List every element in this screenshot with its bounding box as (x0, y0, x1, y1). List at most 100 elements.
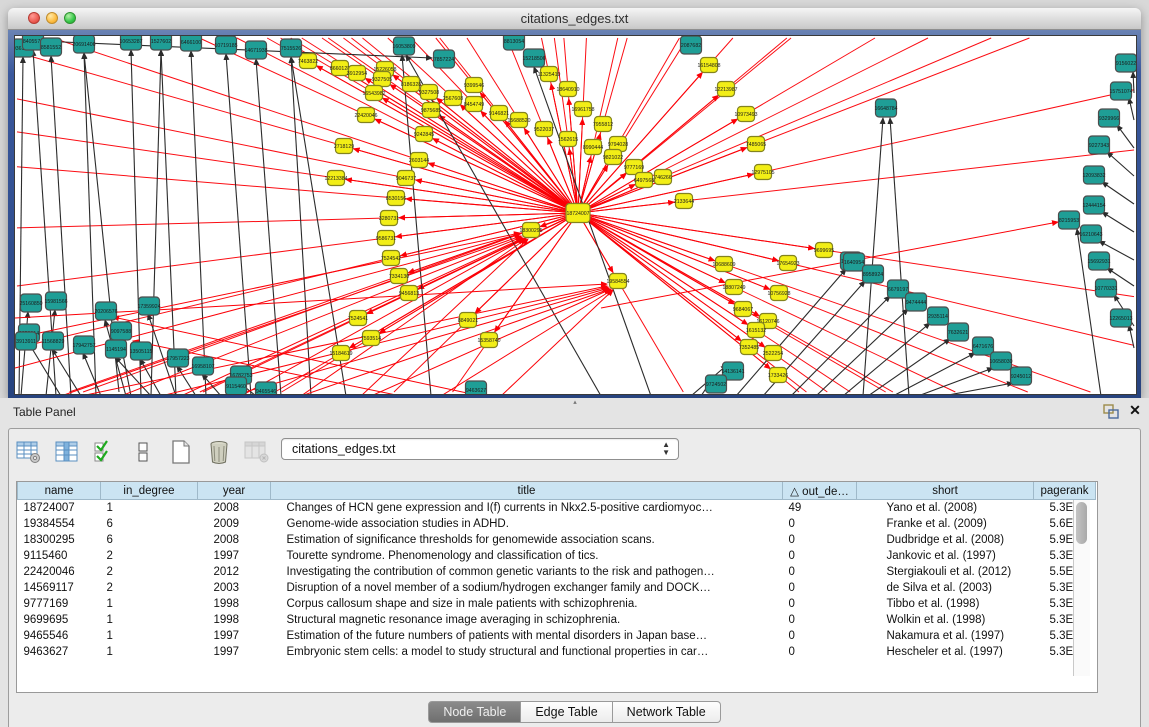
graph-node-label: 12975105 (751, 170, 774, 176)
graph-node-label: 9684067 (733, 307, 753, 313)
graph-node-label: 12444154 (1082, 203, 1105, 209)
table-cell: 9465546 (18, 628, 101, 644)
graph-node-label: 15218506 (522, 56, 545, 62)
table-row[interactable]: 977716911998Corpus callosum shape and si… (18, 596, 1096, 612)
scrollbar-thumb[interactable] (1076, 502, 1087, 544)
table-panel: ▴ Table Panel ✕ (0, 398, 1149, 727)
table-cell: 6 (101, 532, 198, 548)
graph-node-label: 1733426 (768, 373, 788, 379)
table-row[interactable]: 911546021997Tourette syndrome. Phenomeno… (18, 548, 1096, 564)
column-header-out_de[interactable]: △ out_de… (783, 482, 857, 500)
column-header-pagerank[interactable]: pagerank (1034, 482, 1096, 500)
table-row[interactable]: 1938455462009Genome-wide association stu… (18, 516, 1096, 532)
table-row[interactable]: 2242004622012Investigating the contribut… (18, 564, 1096, 580)
column-header-name[interactable]: name (18, 482, 101, 500)
graph-node-label: 8215953 (1059, 218, 1079, 224)
table-cell: 2 (101, 548, 198, 564)
table-row[interactable]: 946554611997Estimation of the future num… (18, 628, 1096, 644)
graph-node-label: 9146821 (489, 111, 509, 117)
table-cell: Estimation of significance thresholds fo… (271, 532, 783, 548)
graph-node-label: 16648784 (874, 106, 897, 112)
graph-node-label: 9821022 (603, 155, 623, 161)
network-canvas[interactable]: 7463822866012839129541522605893275058186… (14, 35, 1137, 395)
delete-table-button[interactable] (205, 438, 233, 466)
table-cell: 22420046 (18, 564, 101, 580)
graph-node-label: 7524542 (381, 256, 401, 262)
red-edge-arrow (578, 119, 737, 213)
graph-node-label: 12093832 (1082, 173, 1105, 179)
table-cell: 2009 (198, 516, 271, 532)
table-row[interactable]: 1830029562008Estimation of significance … (18, 532, 1096, 548)
column-header-short[interactable]: short (857, 482, 1034, 500)
table-row[interactable]: 1456911722003Disruption of a novel membe… (18, 580, 1096, 596)
black-edge (1117, 125, 1134, 148)
table-row[interactable]: 946362711997Embryonic stem cells: a mode… (18, 644, 1096, 660)
black-edge (151, 50, 161, 394)
import-table-button-disabled[interactable] (243, 438, 271, 466)
red-edge-arrow (481, 111, 578, 213)
table-cell: 2008 (198, 532, 271, 548)
show-columns-button[interactable] (53, 438, 81, 466)
graph-node-label: 9699695 (814, 248, 834, 254)
graph-node-label: 7485065 (746, 142, 766, 148)
graph-node-label: 9399546 (464, 83, 484, 89)
graph-node-label: 6679197 (888, 287, 908, 293)
table-cell: Yano et al. (2008) (857, 500, 1034, 517)
table-panel-title: Table Panel (13, 405, 76, 419)
graph-node-label: 3913911 (16, 339, 36, 345)
table-row[interactable]: 1872400712008Changes of HCN gene express… (18, 500, 1096, 517)
table-cell: 2003 (198, 580, 271, 596)
tab-node-table[interactable]: Node Table (428, 701, 521, 723)
close-panel-icon[interactable]: ✕ (1128, 403, 1142, 418)
graph-node-label: 10688609 (712, 262, 735, 268)
graph-node-label: 2133644 (674, 199, 694, 205)
select-all-button[interactable] (91, 438, 119, 466)
window-titlebar[interactable]: citations_edges.txt (8, 8, 1141, 30)
table-cell: 2 (101, 580, 198, 596)
graph-node-label: 9227343 (1089, 143, 1109, 149)
dropdown-arrows-icon: ▲▼ (662, 441, 670, 457)
table-settings-button[interactable] (15, 438, 43, 466)
table-cell: 9777169 (18, 596, 101, 612)
graph-node-label: 14136141 (721, 369, 744, 375)
table-cell: de Silva et al. (2003) (857, 580, 1034, 596)
graph-node-label: 9463627 (466, 388, 486, 394)
table-cell: 1 (101, 628, 198, 644)
table-cell: Changes of HCN gene expression and I(f) … (271, 500, 783, 517)
splitter-handle-icon[interactable]: ▴ (570, 400, 580, 405)
black-edge (140, 359, 161, 394)
graph-node-label: 10756928 (767, 291, 790, 297)
graph-node-label: 6466100 (181, 40, 201, 46)
table-cell: 18724007 (18, 500, 101, 517)
tab-network-table[interactable]: Network Table (613, 701, 721, 723)
graph-node-label: 9456813 (399, 291, 419, 297)
tab-edge-table[interactable]: Edge Table (521, 701, 612, 723)
table-cell: Structural magnetic resonance image aver… (271, 612, 783, 628)
table-gear-icon (16, 440, 42, 464)
column-header-in_degree[interactable]: in_degree (101, 482, 198, 500)
red-edge-arrow (551, 84, 578, 213)
graph-node-label: 16154808 (697, 63, 720, 69)
graph-node-label: 15751074 (1109, 89, 1132, 95)
column-header-title[interactable]: title (271, 482, 783, 500)
row-options-button[interactable] (129, 438, 157, 466)
new-table-button[interactable] (167, 438, 195, 466)
graph-node-label: 12213987 (714, 87, 737, 93)
table-cell: Stergiakouli et al. (2012) (857, 564, 1034, 580)
graph-node-label: 17359924 (137, 304, 160, 310)
table-cell: Tibbo et al. (1998) (857, 596, 1034, 612)
table-row[interactable]: 969969511998Structural magnetic resonanc… (18, 612, 1096, 628)
vertical-scrollbar[interactable] (1073, 500, 1090, 676)
table-cell: 0 (783, 644, 857, 660)
graph-node-label: 15184619 (329, 351, 352, 357)
red-edge (441, 290, 612, 394)
black-edge (1107, 152, 1134, 176)
table-selector-dropdown[interactable]: citations_edges.txt ▲▼ (281, 438, 679, 460)
graph-node-label: 7955812 (593, 122, 613, 128)
table-cell: Jankovic et al. (1997) (857, 548, 1034, 564)
table-cell: 1997 (198, 628, 271, 644)
float-panel-icon[interactable] (1103, 404, 1119, 419)
graph-node-label: 19584554 (606, 279, 629, 285)
column-header-year[interactable]: year (198, 482, 271, 500)
trash-icon (207, 439, 231, 465)
